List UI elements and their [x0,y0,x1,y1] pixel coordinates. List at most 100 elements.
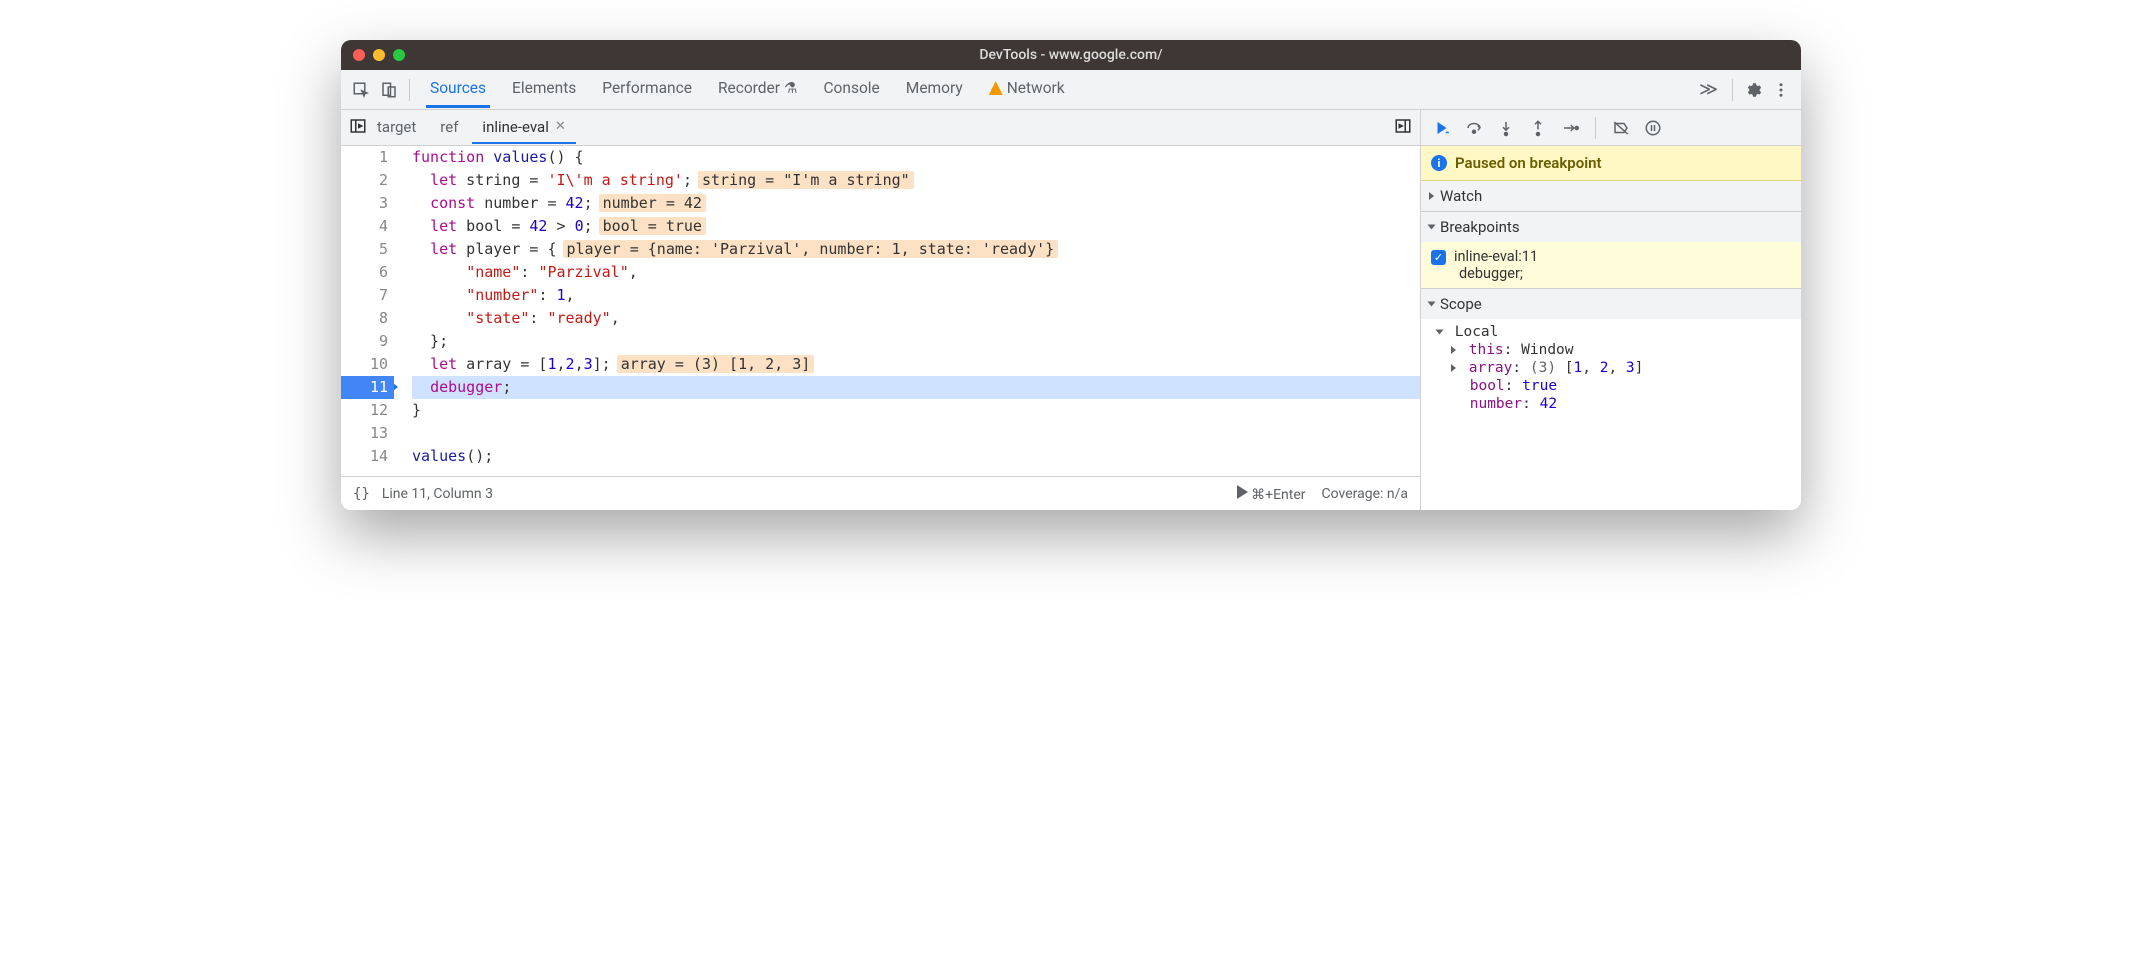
more-tabs-icon[interactable]: ≫ [1691,79,1726,100]
code-line[interactable]: values(); [412,445,1420,468]
line-number[interactable]: 8 [341,307,388,330]
code-line[interactable]: "state": "ready", [412,307,1420,330]
breakpoints-header[interactable]: Breakpoints [1421,212,1801,242]
panel-tab-network[interactable]: Network [985,71,1069,108]
line-number[interactable]: 12 [341,399,388,422]
file-tabs: targetrefinline-eval✕ [367,112,576,144]
file-tabs-bar: targetrefinline-eval✕ [341,110,1420,146]
code-line[interactable]: }; [412,330,1420,353]
file-tab-ref[interactable]: ref [430,112,468,144]
panel-tab-performance[interactable]: Performance [598,71,696,108]
step-out-button[interactable] [1525,115,1551,141]
deactivate-breakpoints-button[interactable] [1608,115,1634,141]
devtools-window: DevTools - www.google.com/ Sources Elemen… [341,40,1801,510]
kebab-menu-icon[interactable] [1767,76,1795,104]
scope-section: Scope Local this: Window array: (3) [1, … [1421,289,1801,417]
code-line[interactable]: function values() { [412,146,1420,169]
warning-icon [989,81,1003,95]
line-number[interactable]: 11 [341,376,388,399]
scope-variable-bool[interactable]: bool: true [1421,377,1801,395]
chevron-down-icon [1428,302,1436,307]
inline-value-hint: string = "I'm a string" [698,171,914,189]
line-number[interactable]: 14 [341,445,388,468]
inline-value-hint: player = {name: 'Parzival', number: 1, s… [563,240,1059,258]
line-number[interactable]: 2 [341,169,388,192]
run-snippet-button[interactable]: ⌘+Enter [1237,485,1306,503]
pretty-print-icon[interactable]: {} [353,486,370,502]
file-tab-target[interactable]: target [367,112,426,144]
settings-icon[interactable] [1739,76,1767,104]
file-tab-inline-eval[interactable]: inline-eval✕ [472,112,575,144]
watch-header[interactable]: Watch [1421,181,1801,211]
scope-variable-number[interactable]: number: 42 [1421,395,1801,413]
more-options-icon[interactable] [1394,117,1412,139]
step-over-button[interactable] [1461,115,1487,141]
editor-pane: targetrefinline-eval✕ 123456789101112131… [341,110,1421,510]
step-into-button[interactable] [1493,115,1519,141]
chevron-right-icon [1451,364,1456,372]
editor-statusbar: {} Line 11, Column 3 ⌘+Enter Coverage: n… [341,476,1420,510]
inline-value-hint: array = (3) [1, 2, 3] [617,355,815,373]
titlebar: DevTools - www.google.com/ [341,40,1801,70]
code-line[interactable] [412,422,1420,445]
divider [409,79,410,101]
code-line[interactable]: "number": 1, [412,284,1420,307]
breakpoint-checkbox[interactable]: ✓ [1431,250,1446,265]
inspect-element-icon[interactable] [347,76,375,104]
code-line[interactable]: let player = {player = {name: 'Parzival'… [412,238,1420,261]
line-number[interactable]: 4 [341,215,388,238]
chevron-right-icon [1451,346,1456,354]
scope-local-header[interactable]: Local [1421,323,1801,341]
breakpoint-code-preview: debugger; [1431,265,1791,282]
scope-body: Local this: Window array: (3) [1, 2, 3] … [1421,319,1801,417]
panel-tab-sources[interactable]: Sources [426,71,490,108]
main-toolbar: Sources Elements Performance Recorder ⚗ Cons… [341,70,1801,110]
line-number[interactable]: 7 [341,284,388,307]
close-tab-icon[interactable]: ✕ [555,119,566,134]
show-navigator-icon[interactable] [349,117,367,139]
watch-section: Watch [1421,181,1801,212]
scope-header[interactable]: Scope [1421,289,1801,319]
line-number[interactable]: 10 [341,353,388,376]
line-number[interactable]: 6 [341,261,388,284]
code-line[interactable]: } [412,399,1420,422]
code-line[interactable]: let string = 'I\'m a string';string = "I… [412,169,1420,192]
pause-on-exceptions-button[interactable] [1640,115,1666,141]
scope-variable-array[interactable]: array: (3) [1, 2, 3] [1421,359,1801,377]
code-line[interactable]: let array = [1,2,3];array = (3) [1, 2, 3… [412,353,1420,376]
code-line[interactable]: debugger; [412,376,1420,399]
line-number[interactable]: 1 [341,146,388,169]
breakpoint-item[interactable]: ✓ inline-eval:11 debugger; [1421,242,1801,288]
flask-icon: ⚗ [784,79,797,97]
debugger-sidebar: i Paused on breakpoint Watch Breakpoints… [1421,110,1801,510]
chevron-down-icon [1436,330,1444,335]
panel-tab-recorder[interactable]: Recorder ⚗ [714,71,802,108]
scope-variable-this[interactable]: this: Window [1421,341,1801,359]
code-content[interactable]: function values() { let string = 'I\'m a… [396,146,1420,476]
code-line[interactable]: const number = 42;number = 42 [412,192,1420,215]
code-line[interactable]: "name": "Parzival", [412,261,1420,284]
panel-tab-memory[interactable]: Memory [902,71,967,108]
panel-tabs: Sources Elements Performance Recorder ⚗ Cons… [426,71,1691,108]
panel-tab-elements[interactable]: Elements [508,71,580,108]
line-number[interactable]: 9 [341,330,388,353]
cursor-position: Line 11, Column 3 [382,486,493,502]
code-line[interactable]: let bool = 42 > 0;bool = true [412,215,1420,238]
breakpoint-label: inline-eval:11 [1454,248,1538,265]
coverage-label: Coverage: n/a [1322,486,1408,502]
main-content: targetrefinline-eval✕ 123456789101112131… [341,110,1801,510]
line-number[interactable]: 5 [341,238,388,261]
info-icon: i [1431,155,1447,171]
play-icon [1237,485,1248,499]
resume-button[interactable] [1429,115,1455,141]
step-button[interactable] [1557,115,1583,141]
panel-tab-console[interactable]: Console [819,71,883,108]
code-area[interactable]: 1234567891011121314 function values() { … [341,146,1420,476]
line-number-gutter[interactable]: 1234567891011121314 [341,146,396,476]
divider [1732,79,1733,101]
paused-banner: i Paused on breakpoint [1421,146,1801,181]
device-toolbar-icon[interactable] [375,76,403,104]
line-number[interactable]: 3 [341,192,388,215]
line-number[interactable]: 13 [341,422,388,445]
paused-banner-text: Paused on breakpoint [1455,154,1602,172]
